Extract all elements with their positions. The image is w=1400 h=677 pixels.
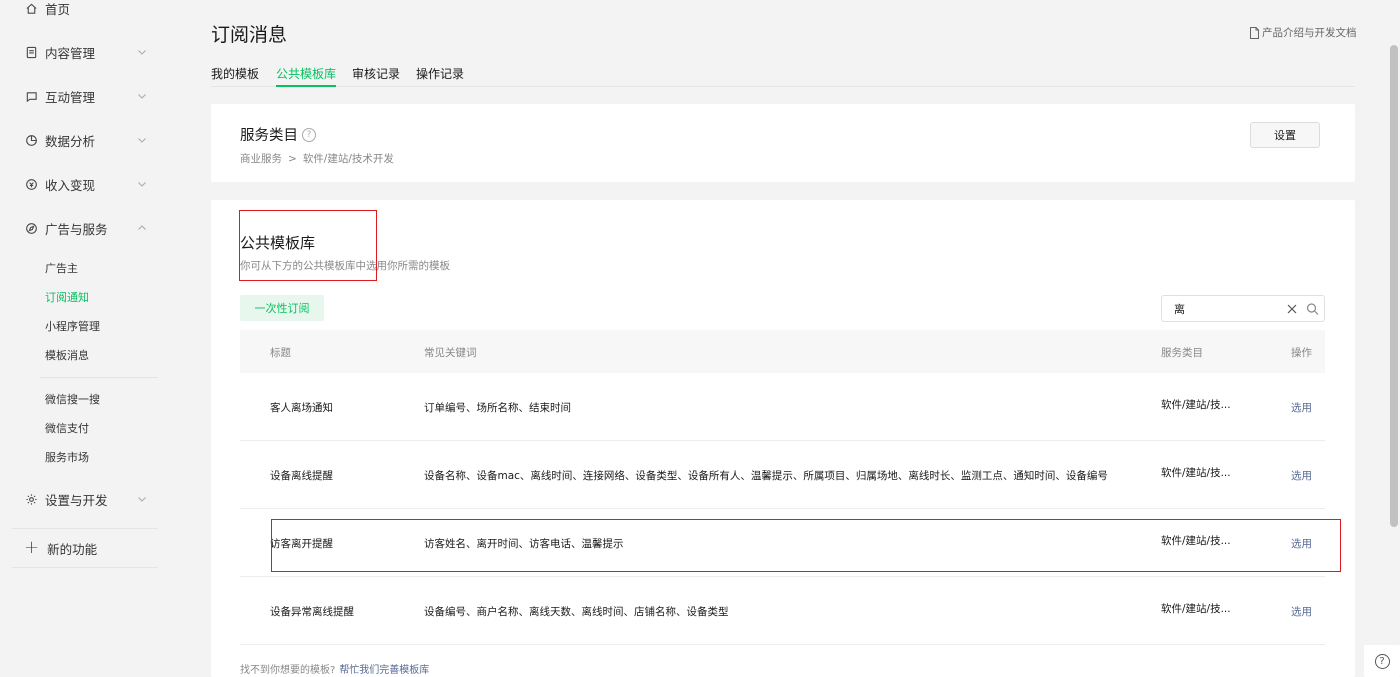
chevron-down-icon (138, 50, 146, 55)
row-title: 设备离线提醒 (270, 470, 333, 482)
column-header-category: 服务类目 (1161, 347, 1203, 359)
sidebar-item-analytics[interactable]: 数据分析 (24, 128, 148, 152)
new-features-button[interactable]: + 新的功能 (12, 528, 158, 568)
select-template-link[interactable]: 选用 (1291, 604, 1312, 619)
sidebar-item-label: 数据分析 (45, 133, 96, 149)
breadcrumb-parent: 商业服务 (240, 153, 282, 165)
sidebar-item-label: 内容管理 (45, 45, 96, 61)
page-title: 订阅消息 (211, 24, 288, 46)
row-category: 软件/建站/技... (1161, 603, 1231, 615)
row-title: 设备异常离线提醒 (270, 606, 354, 618)
sidebar-subitem-miniprogram[interactable]: 小程序管理 (45, 318, 100, 334)
sidebar-subitem-advertiser[interactable]: 广告主 (45, 260, 78, 276)
home-icon (24, 1, 38, 15)
search-icon[interactable] (1306, 302, 1319, 316)
document-icon (24, 45, 38, 59)
row-keywords: 设备名称、设备mac、离线时间、连接网络、设备类型、设备所有人、温馨提示、所属项… (424, 470, 1108, 482)
row-title: 客人离场通知 (270, 402, 333, 414)
table-header: 标题 常见关键词 服务类目 操作 (240, 330, 1325, 373)
help-button[interactable]: ? (1364, 645, 1400, 677)
table-row: 设备异常离线提醒 设备编号、商户名称、离线天数、离线时间、店铺名称、设备类型 软… (240, 577, 1325, 645)
row-category: 软件/建站/技... (1161, 467, 1231, 479)
select-template-link[interactable]: 选用 (1291, 468, 1312, 483)
improve-library-link[interactable]: 帮忙我们完善模板库 (339, 665, 429, 676)
sidebar-item-content[interactable]: 内容管理 (24, 40, 148, 64)
search-input[interactable] (1174, 300, 1284, 318)
sidebar-subitem-wechat-pay[interactable]: 微信支付 (45, 420, 89, 436)
row-keywords: 订单编号、场所名称、结束时间 (424, 402, 571, 414)
help-icon[interactable]: ? (302, 127, 316, 142)
breadcrumb-child: 软件/建站/技术开发 (302, 153, 394, 165)
public-library-card: 公共模板库 你可从下方的公共模板库中选用你所需的模板 一次性订阅 标题 常见关键… (211, 200, 1355, 677)
one-time-subscribe-tag[interactable]: 一次性订阅 (240, 295, 324, 321)
footer-tip: 找不到你想要的模板? 帮忙我们完善模板库 (240, 661, 429, 676)
sidebar-divider (40, 377, 158, 378)
sidebar-item-label: 互动管理 (45, 89, 96, 105)
table-row: 设备离线提醒 设备名称、设备mac、离线时间、连接网络、设备类型、设备所有人、温… (240, 441, 1325, 509)
sidebar-item-label: 收入变现 (45, 177, 96, 193)
tab-my-templates[interactable]: 我的模板 (211, 65, 259, 87)
sidebar-subitem-subscribe-notify[interactable]: 订阅通知 (45, 289, 89, 305)
sidebar: 首页 内容管理 互动管理 数据分析 收入变现 广告与服务 广告主 订阅通知 小程… (0, 0, 170, 677)
column-header-action: 操作 (1291, 347, 1312, 359)
sidebar-item-monetize[interactable]: 收入变现 (24, 172, 148, 196)
new-features-label: 新的功能 (47, 541, 98, 557)
settings-button[interactable]: 设置 (1250, 122, 1320, 148)
row-keywords: 设备编号、商户名称、离线天数、离线时间、店铺名称、设备类型 (424, 606, 729, 618)
service-category-card: 服务类目 ? 商业服务 > 软件/建站/技术开发 设置 (211, 104, 1355, 182)
pie-chart-icon (24, 133, 38, 147)
sidebar-subitem-wechat-search[interactable]: 微信搜一搜 (45, 391, 100, 407)
compass-icon (24, 221, 38, 235)
footer-tip-text: 找不到你想要的模板? (240, 665, 336, 676)
sidebar-item-home[interactable]: 首页 (24, 0, 148, 20)
plus-icon: + (24, 537, 40, 558)
chevron-down-icon (138, 94, 146, 99)
sidebar-item-label: 首页 (45, 1, 71, 17)
service-category-title: 服务类目 (240, 128, 298, 144)
tab-review-records[interactable]: 审核记录 (352, 65, 400, 87)
doc-link[interactable]: 产品介绍与开发文档 (1249, 25, 1357, 40)
chevron-down-icon (138, 138, 146, 143)
column-header-keywords: 常见关键词 (424, 347, 477, 359)
select-template-link[interactable]: 选用 (1291, 400, 1312, 415)
search-box (1161, 295, 1325, 322)
gear-icon (24, 492, 38, 506)
tab-operation-records[interactable]: 操作记录 (416, 65, 464, 87)
chevron-down-icon (138, 182, 146, 187)
chevron-up-icon (138, 225, 146, 230)
row-category: 软件/建站/技... (1161, 399, 1231, 411)
chat-icon (24, 89, 38, 103)
scrollbar[interactable] (1390, 45, 1398, 527)
breadcrumb-separator: > (288, 153, 297, 165)
clear-icon[interactable] (1286, 302, 1298, 316)
sidebar-item-label: 广告与服务 (45, 221, 108, 237)
sidebar-item-ads[interactable]: 广告与服务 (24, 216, 148, 240)
currency-icon (24, 177, 38, 191)
highlight-box-library-title (239, 210, 377, 281)
document-icon (1250, 26, 1259, 39)
breadcrumb: 商业服务 > 软件/建站/技术开发 (240, 151, 394, 166)
column-header-title: 标题 (270, 347, 291, 359)
highlight-box-row (271, 519, 1341, 572)
chevron-down-icon (138, 497, 146, 502)
sidebar-subitem-template-msg[interactable]: 模板消息 (45, 347, 89, 363)
question-icon: ? (1374, 653, 1390, 669)
sidebar-item-label: 设置与开发 (45, 492, 108, 508)
doc-link-label: 产品介绍与开发文档 (1262, 27, 1357, 39)
service-category-title-row: 服务类目 ? (240, 124, 316, 145)
sidebar-item-interaction[interactable]: 互动管理 (24, 84, 148, 108)
sidebar-subitem-service-market[interactable]: 服务市场 (45, 449, 89, 465)
tab-public-library[interactable]: 公共模板库 (276, 65, 337, 87)
table-row: 客人离场通知 订单编号、场所名称、结束时间 软件/建站/技... 选用 (240, 373, 1325, 441)
sidebar-item-settings[interactable]: 设置与开发 (24, 487, 148, 511)
tab-bar: 我的模板 公共模板库 审核记录 操作记录 (211, 65, 1355, 87)
